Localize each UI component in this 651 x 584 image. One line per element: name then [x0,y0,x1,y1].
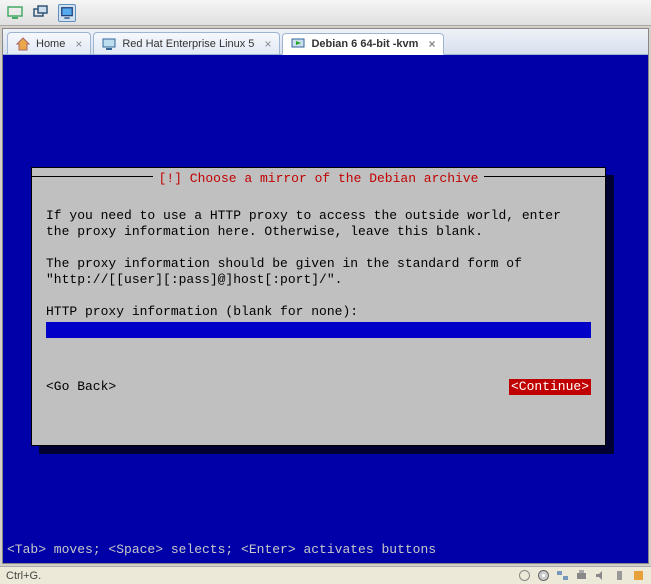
close-icon[interactable]: × [428,37,435,51]
network-icon [556,569,569,582]
tab-label: Home [36,38,65,50]
status-text: Ctrl+G. [6,570,41,582]
http-proxy-input[interactable] [46,322,591,338]
dialog-text-1: If you need to use a HTTP proxy to acces… [46,208,569,239]
fullscreen-icon[interactable] [58,4,76,22]
vm-console[interactable]: [!] Choose a mirror of the Debian archiv… [3,55,648,563]
tab-debian6[interactable]: Debian 6 64-bit -kvm × [282,33,444,55]
cd-icon [537,569,550,582]
status-bar: Ctrl+G. [0,566,651,584]
dialog-prompt: HTTP proxy information (blank for none): [46,304,358,319]
disk-icon [518,569,531,582]
keyboard-hint: <Tab> moves; <Space> selects; <Enter> ac… [3,542,436,557]
vm-icon [102,37,116,51]
vm-play-icon [291,37,305,51]
status-tray [518,569,645,582]
go-back-button[interactable]: <Go Back> [46,379,116,395]
dialog-text-2: The proxy information should be given in… [46,256,530,287]
tab-rhel5[interactable]: Red Hat Enterprise Linux 5 × [93,32,280,54]
usb-icon [613,569,626,582]
tab-home[interactable]: Home × [7,32,91,54]
main-area: Home × Red Hat Enterprise Linux 5 × Debi… [2,28,649,564]
close-icon[interactable]: × [264,37,271,51]
app-toolbar [0,0,651,26]
continue-button[interactable]: <Continue> [509,379,591,395]
installer-dialog: [!] Choose a mirror of the Debian archiv… [31,167,606,446]
floppy-icon [632,569,645,582]
home-icon [16,37,30,51]
sound-icon [594,569,607,582]
tab-label: Debian 6 64-bit -kvm [311,38,418,50]
tab-bar: Home × Red Hat Enterprise Linux 5 × Debi… [3,29,648,55]
dialog-title: [!] Choose a mirror of the Debian archiv… [153,171,485,187]
printer-icon [575,569,588,582]
tab-label: Red Hat Enterprise Linux 5 [122,38,254,50]
monitor-icon[interactable] [6,4,24,22]
close-icon[interactable]: × [75,37,82,51]
duplicate-icon[interactable] [32,4,50,22]
